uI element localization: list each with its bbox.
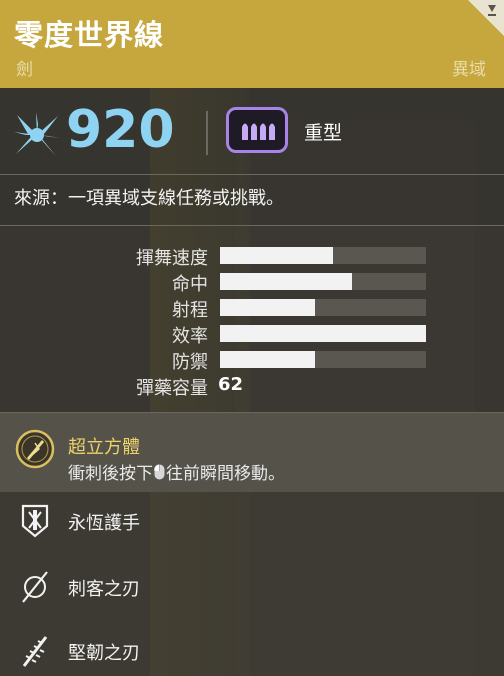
item-subtype: 劍 [16,60,33,80]
perk-label: 刺客之刃 [68,579,140,600]
perk-item[interactable]: 堅韌之刃 [0,622,504,676]
exotic-perk-title: 超立方體 [68,437,140,458]
exotic-perk-description: 衝刺後按下 往前瞬間移動。 [68,459,285,484]
stat-bar-fill [220,351,315,368]
blade-slash-icon [22,571,48,603]
perk-item[interactable]: 永恆護手 [0,492,504,548]
heavy-ammo-icon [226,107,288,153]
stat-bar [220,273,426,290]
corner-badge-icon[interactable] [462,0,504,42]
stat-bar [220,247,426,264]
stat-bar-fill [220,247,334,264]
stat-bar [220,325,426,342]
perk-desc-text: 往前瞬間移動。 [166,464,285,484]
jagged-blade-icon [22,636,48,667]
perk-list: 永恆護手 刺客之刃 堅韌之刃 [0,492,504,676]
perk-label: 堅韌之刃 [68,643,140,664]
item-rarity: 異域 [452,60,486,80]
mouse-icon [154,463,165,479]
stat-value-magazine: 62 [218,374,244,395]
ammo-type-label: 重型 [304,122,343,144]
stats-panel: 揮舞速度 命中 射程 效率 防禦 彈藥容量 62 [0,226,504,412]
arc-icon [14,112,60,156]
perk-label: 永恆護手 [68,513,140,534]
stat-label: 命中 [172,274,208,295]
item-title: 零度世界線 [14,18,165,52]
stat-label: 防禦 [172,352,208,373]
item-inspect-card: 零度世界線 劍 異域 920 重型 來源：一項異域支線任務或挑戰。 揮舞速度 命… [0,0,504,676]
perk-desc-text: 衝刺後按下 [68,464,153,484]
stat-bar [220,351,426,368]
exotic-perk-icon [15,429,55,469]
divider [206,111,208,155]
perk-item[interactable]: 刺客之刃 [0,558,504,614]
stat-bar-fill [220,299,315,316]
stat-bar [220,299,426,316]
stat-label: 揮舞速度 [136,248,208,269]
stat-bar-fill [220,325,426,342]
guard-shield-icon [21,504,49,538]
stat-label: 射程 [172,300,208,321]
item-source: 來源：一項異域支線任務或挑戰。 [14,188,284,209]
stat-label: 效率 [172,326,208,347]
power-level: 920 [66,100,175,160]
exotic-perk[interactable]: 超立方體 衝刺後按下 往前瞬間移動。 [0,412,504,492]
stat-bar-fill [220,273,352,290]
stat-label: 彈藥容量 [136,378,208,399]
